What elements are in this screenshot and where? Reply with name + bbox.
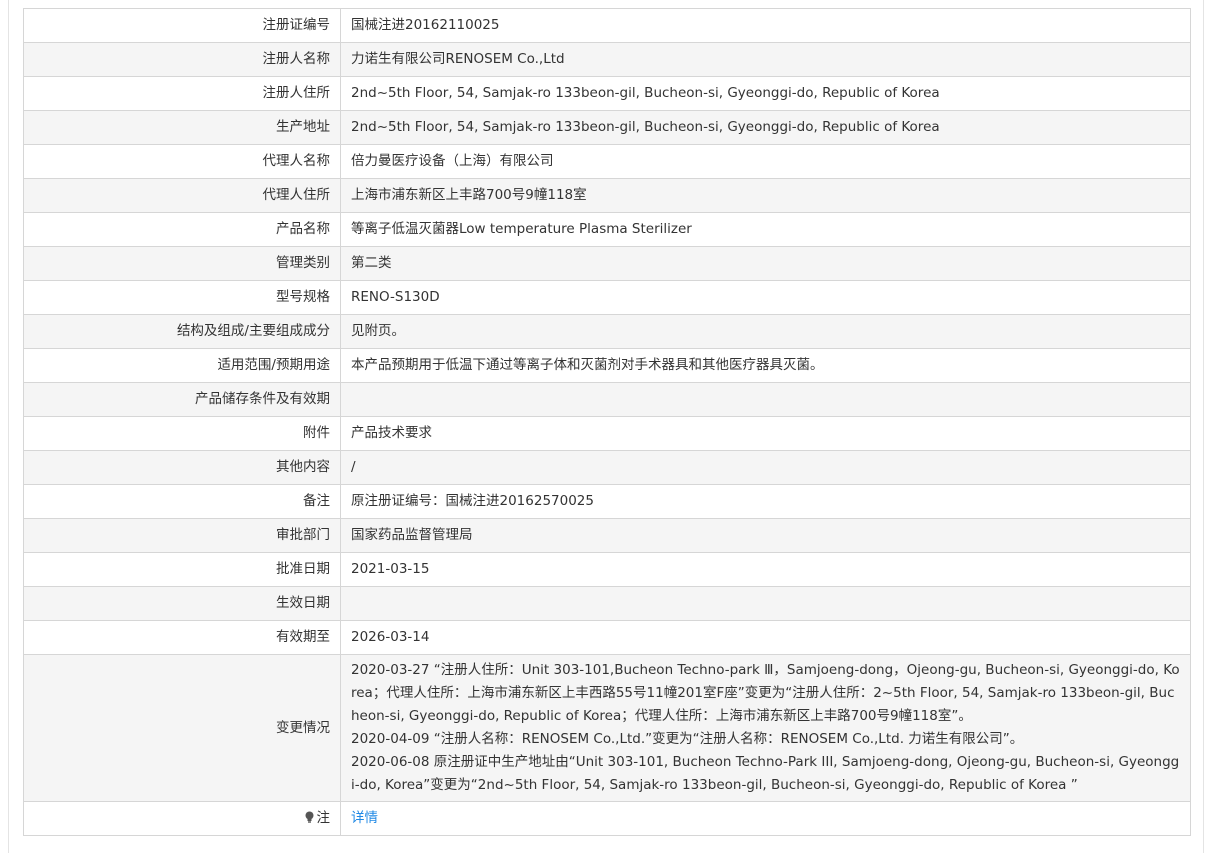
row-label-production-address: 生产地址 (23, 110, 341, 145)
row-label-attachment: 附件 (23, 416, 341, 451)
row-label-agent-name: 代理人名称 (23, 144, 341, 179)
row-label-approval-date: 批准日期 (23, 552, 341, 587)
row-label-structure-composition: 结构及组成/主要组成成分 (23, 314, 341, 349)
row-value-attachment: 产品技术要求 (340, 416, 1191, 451)
row-value-production-address: 2nd~5th Floor, 54, Samjak-ro 133beon-gil… (340, 110, 1191, 145)
row-label-product-name: 产品名称 (23, 212, 341, 247)
row-value-registrant-name: 力诺生有限公司RENOSEM Co.,Ltd (340, 42, 1191, 77)
table-row: 型号规格 RENO-S130D (23, 280, 1191, 315)
table-row: 备注 原注册证编号：国械注进20162570025 (23, 484, 1191, 519)
row-label-registrant-address: 注册人住所 (23, 76, 341, 111)
table-row: 其他内容 / (23, 450, 1191, 485)
row-value-management-class: 第二类 (340, 246, 1191, 281)
table-row: 生产地址 2nd~5th Floor, 54, Samjak-ro 133beon… (23, 110, 1191, 145)
table-row: 注册人名称 力诺生有限公司RENOSEM Co.,Ltd (23, 42, 1191, 77)
row-value-other-content: / (340, 450, 1191, 485)
table-row: 附件 产品技术要求 (23, 416, 1191, 451)
row-value-agent-address: 上海市浦东新区上丰路700号9幢118室 (340, 178, 1191, 213)
row-value-approval-date: 2021-03-15 (340, 552, 1191, 587)
row-label-note: 注 (23, 801, 341, 836)
row-value-intended-use: 本产品预期用于低温下通过等离子体和灭菌剂对手术器具和其他医疗器具灭菌。 (340, 348, 1191, 383)
row-value-changes: 2020-03-27 “注册人住所：Unit 303-101,Bucheon T… (340, 654, 1191, 802)
change-entry: 2020-03-27 “注册人住所：Unit 303-101,Bucheon T… (351, 662, 1180, 724)
row-value-effective-date (340, 586, 1191, 621)
table-row: 注册人住所 2nd~5th Floor, 54, Samjak-ro 133beo… (23, 76, 1191, 111)
row-value-registrant-address: 2nd~5th Floor, 54, Samjak-ro 133beon-gil… (340, 76, 1191, 111)
table-row: 生效日期 (23, 586, 1191, 621)
row-label-other-content: 其他内容 (23, 450, 341, 485)
details-link[interactable]: 详情 (351, 810, 378, 826)
row-label-registration-number: 注册证编号 (23, 8, 341, 43)
table-row-changes: 变更情况 2020-03-27 “注册人住所：Unit 303-101,Buch… (23, 654, 1191, 802)
row-label-approval-department: 审批部门 (23, 518, 341, 553)
table-row: 批准日期 2021-03-15 (23, 552, 1191, 587)
table-row: 代理人名称 倍力曼医疗设备（上海）有限公司 (23, 144, 1191, 179)
table-row: 产品名称 等离子低温灭菌器Low temperature Plasma Steri… (23, 212, 1191, 247)
row-value-product-name: 等离子低温灭菌器Low temperature Plasma Sterilize… (340, 212, 1191, 247)
change-entry: 2020-06-08 原注册证中生产地址由“Unit 303-101, Buch… (351, 754, 1180, 793)
row-label-intended-use: 适用范围/预期用途 (23, 348, 341, 383)
row-label-management-class: 管理类别 (23, 246, 341, 281)
row-value-storage-validity (340, 382, 1191, 417)
row-label-storage-validity: 产品储存条件及有效期 (23, 382, 341, 417)
row-value-model-spec: RENO-S130D (340, 280, 1191, 315)
row-value-structure-composition: 见附页。 (340, 314, 1191, 349)
row-value-remarks: 原注册证编号：国械注进20162570025 (340, 484, 1191, 519)
table-row: 注册证编号 国械注进20162110025 (23, 8, 1191, 43)
row-label-remarks: 备注 (23, 484, 341, 519)
row-label-model-spec: 型号规格 (23, 280, 341, 315)
note-label: 注 (316, 810, 331, 826)
table-row: 审批部门 国家药品监督管理局 (23, 518, 1191, 553)
registration-detail-table: 注册证编号 国械注进20162110025 注册人名称 力诺生有限公司RENOSEM… (23, 8, 1191, 836)
row-value-valid-until: 2026-03-14 (340, 620, 1191, 655)
row-value-agent-name: 倍力曼医疗设备（上海）有限公司 (340, 144, 1191, 179)
row-label-valid-until: 有效期至 (23, 620, 341, 655)
table-row: 适用范围/预期用途 本产品预期用于低温下通过等离子体和灭菌剂对手术器具和其他医疗器… (23, 348, 1191, 383)
table-row: 产品储存条件及有效期 (23, 382, 1191, 417)
table-row: 代理人住所 上海市浦东新区上丰路700号9幢118室 (23, 178, 1191, 213)
table-row: 管理类别 第二类 (23, 246, 1191, 281)
row-label-registrant-name: 注册人名称 (23, 42, 341, 77)
table-row-note: 注 详情 (23, 801, 1191, 836)
table-row: 结构及组成/主要组成成分 见附页。 (23, 314, 1191, 349)
row-label-effective-date: 生效日期 (23, 586, 341, 621)
table-row: 有效期至 2026-03-14 (23, 620, 1191, 655)
row-value-registration-number: 国械注进20162110025 (340, 8, 1191, 43)
lightbulb-icon (304, 808, 315, 823)
change-entry: 2020-04-09 “注册人名称：RENOSEM Co.,Ltd.”变更为“注… (351, 731, 1024, 747)
row-label-agent-address: 代理人住所 (23, 178, 341, 213)
row-value-approval-department: 国家药品监督管理局 (340, 518, 1191, 553)
row-label-changes: 变更情况 (23, 654, 341, 802)
row-value-note: 详情 (340, 801, 1191, 836)
